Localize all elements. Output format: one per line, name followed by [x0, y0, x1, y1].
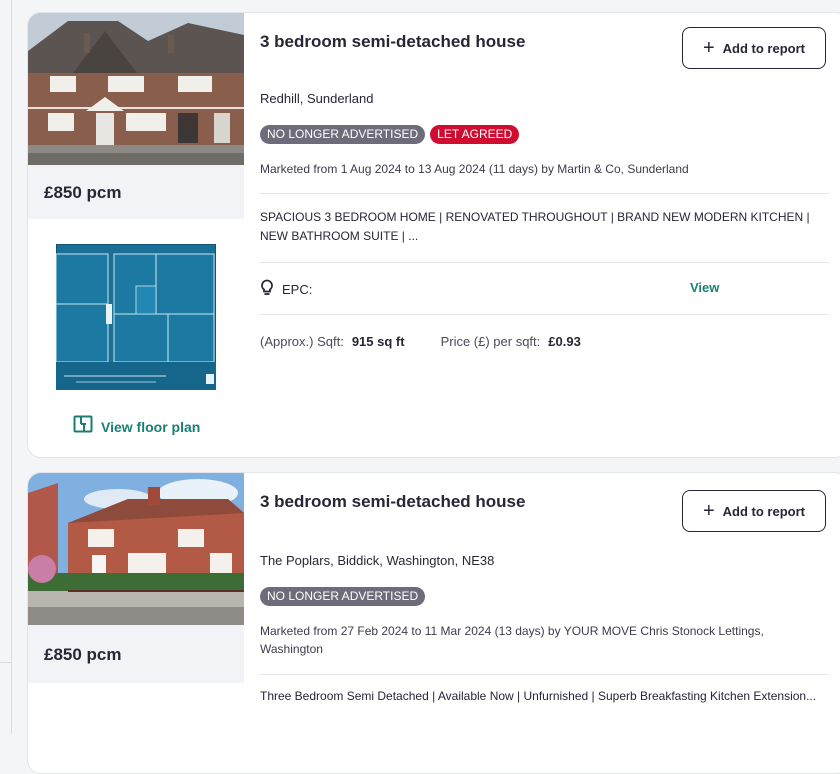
listing-price: £850 pcm [44, 183, 122, 202]
status-badges: NO LONGER ADVERTISED LET AGREED [260, 125, 520, 144]
status-badge-no-longer-advertised: NO LONGER ADVERTISED [260, 125, 426, 144]
sqft-row: (Approx.) Sqft: 915 sq ft Price (£) per … [260, 334, 581, 349]
listing-description: SPACIOUS 3 BEDROOM HOME | RENOVATED THRO… [260, 210, 810, 243]
marketed-info: Marketed from 27 Feb 2024 to 11 Mar 2024… [260, 624, 764, 656]
divider [260, 262, 829, 263]
photo-price-panel: £850 pcm [28, 473, 244, 683]
epc-label: EPC: [282, 282, 313, 297]
listing-description: Three Bedroom Semi Detached | Available … [260, 689, 817, 703]
price-per-sqft-value: £0.93 [548, 334, 581, 349]
add-to-report-label: Add to report [722, 40, 805, 56]
photo-price-panel: £850 pcm [28, 13, 244, 219]
divider [260, 193, 829, 194]
page-left-rule [11, 0, 12, 734]
marketed-info: Marketed from 1 Aug 2024 to 13 Aug 2024 … [260, 162, 689, 176]
floor-plan-icon [73, 415, 93, 438]
price-per-sqft-label: Price (£) per sqft: [440, 334, 541, 349]
status-badges: NO LONGER ADVERTISED [260, 587, 426, 606]
add-to-report-button[interactable]: + Add to report [682, 27, 826, 69]
listing-media: £850 pcm [28, 13, 244, 457]
listing-title[interactable]: 3 bedroom semi-detached house [260, 32, 525, 52]
status-badge-let-agreed: LET AGREED [430, 125, 520, 144]
listing-price: £850 pcm [44, 645, 122, 664]
plus-icon: + [702, 500, 715, 522]
view-floor-plan-link[interactable]: View floor plan [73, 415, 200, 438]
listing-address: Redhill, Sunderland [260, 91, 374, 106]
plus-icon: + [702, 37, 715, 59]
listing-media: £850 pcm [28, 473, 244, 773]
sqft-value: 915 sq ft [351, 334, 405, 349]
divider [260, 674, 829, 675]
listing-title[interactable]: 3 bedroom semi-detached house [260, 492, 525, 512]
listing-address: The Poplars, Biddick, Washington, NE38 [260, 553, 495, 568]
add-to-report-button[interactable]: + Add to report [682, 490, 826, 532]
add-to-report-label: Add to report [722, 503, 805, 519]
lightbulb-icon [260, 279, 274, 300]
property-photo[interactable] [28, 473, 244, 625]
property-photo[interactable] [28, 13, 244, 165]
epc-row: EPC: [260, 279, 312, 300]
view-floor-plan-label: View floor plan [101, 418, 201, 435]
page-stub-line [0, 662, 11, 663]
sqft-label: (Approx.) Sqft: [260, 334, 344, 349]
listing-card[interactable]: £850 pcm View floor plan 3 bedroom semi-… [27, 12, 840, 458]
floor-plan-thumbnail[interactable] [56, 244, 216, 390]
status-badge-no-longer-advertised: NO LONGER ADVERTISED [260, 587, 426, 606]
divider [260, 314, 829, 315]
listing-card[interactable]: £850 pcm 3 bedroom semi-detached house +… [27, 472, 840, 774]
epc-view-link[interactable]: View [690, 280, 719, 295]
